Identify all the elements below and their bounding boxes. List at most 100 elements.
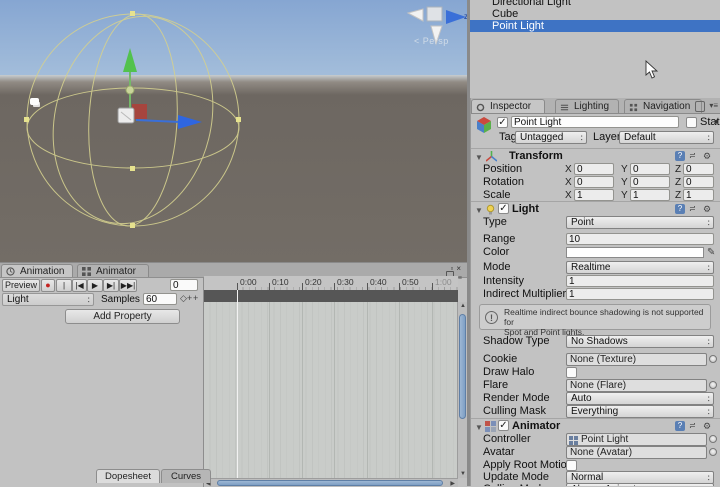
rotation-y-field[interactable] [630, 176, 670, 188]
ruler-label: 0:00 [240, 277, 257, 287]
gameobject-active-checkbox[interactable]: ✓ [497, 117, 508, 128]
cookie-object-field[interactable]: None (Texture) [566, 353, 707, 366]
gameobject-name-field[interactable] [511, 116, 679, 128]
help-glyph: ? [678, 421, 682, 430]
horizontal-scrollbar-thumb[interactable] [217, 480, 443, 486]
layer-dropdown[interactable]: Default [619, 131, 714, 144]
axis-x-label: X [565, 176, 572, 189]
tab-navigation[interactable]: Navigation [624, 99, 702, 113]
persp-label[interactable]: < Persp [414, 36, 449, 46]
samples-field[interactable] [143, 293, 177, 305]
render-mode-dropdown[interactable]: Auto [566, 392, 714, 405]
hierarchy-item-point-light[interactable]: Point Light [470, 20, 720, 32]
hierarchy-item-directional-light[interactable]: Directional Light [470, 0, 720, 8]
animator-header[interactable]: ▼ ✓ Animator ? ≓ ⚙ [471, 418, 720, 433]
add-event-icon[interactable]: + [193, 293, 198, 303]
help-icon[interactable]: ? [675, 421, 685, 431]
light-header[interactable]: ▼ ✓ Light ? ≓ ⚙ [471, 201, 720, 216]
vertical-scrollbar-thumb[interactable] [459, 314, 466, 419]
mode-dropdown[interactable]: Realtime [566, 261, 714, 274]
eyedropper-icon[interactable]: ✎ [707, 246, 715, 259]
lock-icon[interactable] [695, 101, 705, 112]
tab-dopesheet[interactable]: Dopesheet [96, 469, 160, 483]
object-picker-icon[interactable] [709, 448, 717, 456]
timeline-ruler[interactable]: 0:00 0:10 0:20 0:30 0:40 0:50 1:00 [204, 276, 458, 291]
position-z-field[interactable] [683, 163, 714, 175]
vertical-scrollbar[interactable]: ▲ ▼ [457, 302, 467, 478]
shadow-type-dropdown[interactable]: No Shadows [566, 335, 714, 348]
preset-icon[interactable]: ≓ [689, 152, 699, 160]
add-keyframe-icon[interactable]: ◇+ [180, 293, 192, 304]
object-picker-icon[interactable] [709, 381, 717, 389]
hierarchy-panel: Directional Light Cube Point Light [470, 0, 720, 99]
scene-view[interactable]: z < Persp [0, 0, 467, 262]
indirect-multiplier-label: Indirect Multiplier [483, 288, 566, 301]
light-enabled-checkbox[interactable]: ✓ [498, 203, 509, 214]
dopesheet-keyframe-strip[interactable] [204, 290, 458, 302]
object-picker-icon[interactable] [709, 435, 717, 443]
static-dropdown-icon[interactable]: ▼ [713, 119, 720, 126]
play-button[interactable]: ▶ [87, 279, 103, 292]
transform-header[interactable]: ▼ Transform ? ≓ ⚙ [471, 148, 720, 163]
scroll-down-icon[interactable]: ▼ [460, 471, 466, 477]
tab-curves[interactable]: Curves [161, 469, 211, 483]
tab-animation[interactable]: Animation [1, 264, 73, 277]
light-type-dropdown[interactable]: Point [566, 216, 714, 229]
rotation-z-field[interactable] [683, 176, 714, 188]
scroll-up-icon[interactable]: ▲ [460, 303, 466, 309]
mouse-cursor [645, 60, 659, 80]
tab-animator[interactable]: Animator [77, 264, 149, 277]
help-icon[interactable]: ? [675, 151, 685, 161]
position-y-field[interactable] [630, 163, 670, 175]
range-label: Range [483, 233, 515, 246]
avatar-object-field[interactable]: None (Avatar) [566, 446, 707, 459]
static-checkbox[interactable] [686, 117, 697, 128]
add-property-button[interactable]: Add Property [65, 309, 180, 324]
apply-root-motion-checkbox[interactable] [566, 460, 577, 471]
range-field[interactable] [566, 233, 714, 245]
rotation-x-field[interactable] [574, 176, 614, 188]
last-frame-button[interactable]: ▶▶| [119, 279, 137, 292]
render-mode-label: Render Mode [483, 392, 550, 405]
next-keyframe-button[interactable]: ▶| [103, 279, 119, 292]
gear-icon[interactable]: ⚙ [703, 421, 713, 431]
tab-inspector[interactable]: Inspector [471, 99, 545, 113]
flare-object-field[interactable]: None (Flare) [566, 379, 707, 392]
scale-x-field[interactable] [574, 189, 614, 201]
scale-y-field[interactable] [630, 189, 670, 201]
dopesheet-area[interactable] [204, 302, 458, 478]
position-x-field[interactable] [574, 163, 614, 175]
color-swatch[interactable] [566, 247, 704, 258]
clip-dropdown[interactable]: Light [2, 293, 94, 306]
warning-text-line1: Realtime indirect bounce shadowing is no… [504, 307, 703, 327]
draw-halo-checkbox[interactable] [566, 367, 577, 378]
inspector-icon [476, 103, 485, 112]
indirect-multiplier-field[interactable] [566, 288, 714, 300]
animator-enabled-checkbox[interactable]: ✓ [498, 420, 509, 431]
preset-icon[interactable]: ≓ [689, 422, 699, 430]
preset-glyph: ≓ [689, 204, 696, 213]
record-button[interactable]: ● [41, 279, 55, 292]
intensity-field[interactable] [566, 275, 714, 287]
gear-icon[interactable]: ⚙ [703, 151, 713, 161]
tab-lighting[interactable]: Lighting [555, 99, 619, 113]
culling-mask-dropdown[interactable]: Everything [566, 405, 714, 418]
gear-icon[interactable]: ⚙ [703, 204, 713, 214]
transform-icon [486, 151, 497, 162]
preset-icon[interactable]: ≓ [689, 205, 699, 213]
panel-menu-icon[interactable]: ▾≡ [709, 101, 718, 110]
prev-keyframe-button[interactable]: |◀ [72, 279, 87, 292]
preview-button[interactable]: Preview [2, 279, 40, 292]
shadow-type-label: Shadow Type [483, 335, 549, 348]
tag-dropdown[interactable]: Untagged [515, 131, 587, 144]
scale-z-field[interactable] [683, 189, 714, 201]
hierarchy-item-cube[interactable]: Cube [470, 8, 720, 20]
first-frame-button[interactable]: |◀◀ [56, 279, 72, 292]
controller-object-field[interactable]: Point Light [566, 433, 707, 446]
object-picker-icon[interactable] [709, 355, 717, 363]
panel-menu-icon[interactable]: ≡ [458, 275, 464, 282]
current-frame-field[interactable] [170, 279, 198, 291]
playhead[interactable] [237, 290, 238, 478]
help-icon[interactable]: ? [675, 204, 685, 214]
warning-box: ! Realtime indirect bounce shadowing is … [479, 304, 711, 330]
